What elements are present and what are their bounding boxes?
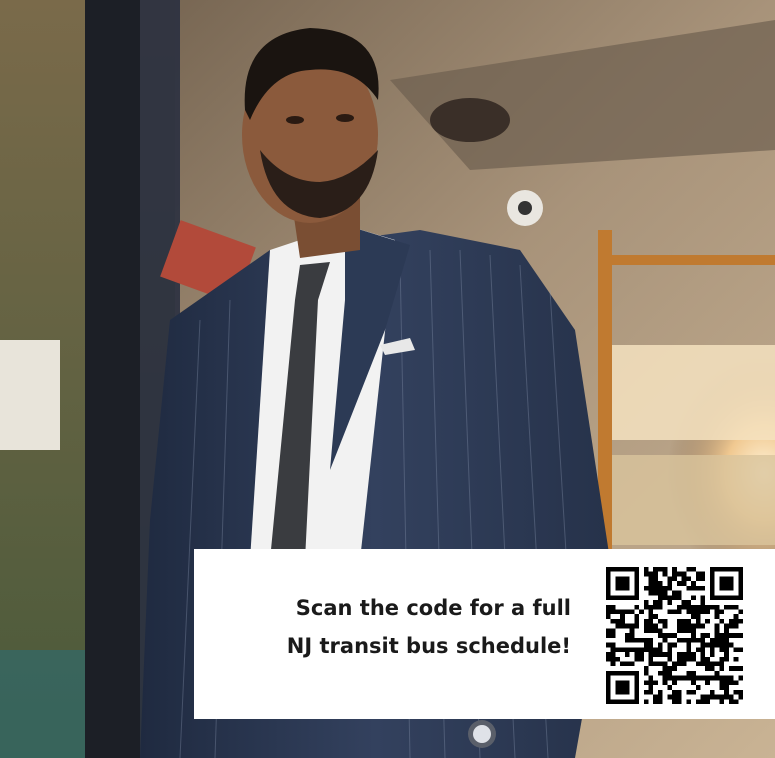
callout-line-2: NJ transit bus schedule! xyxy=(286,634,571,658)
qr-callout-card: Scan the code for a full NJ transit bus … xyxy=(194,549,775,719)
callout-line-1: Scan the code for a full xyxy=(295,596,571,620)
qr-code-icon[interactable] xyxy=(606,567,743,704)
callout-text: Scan the code for a full NJ transit bus … xyxy=(194,589,571,665)
